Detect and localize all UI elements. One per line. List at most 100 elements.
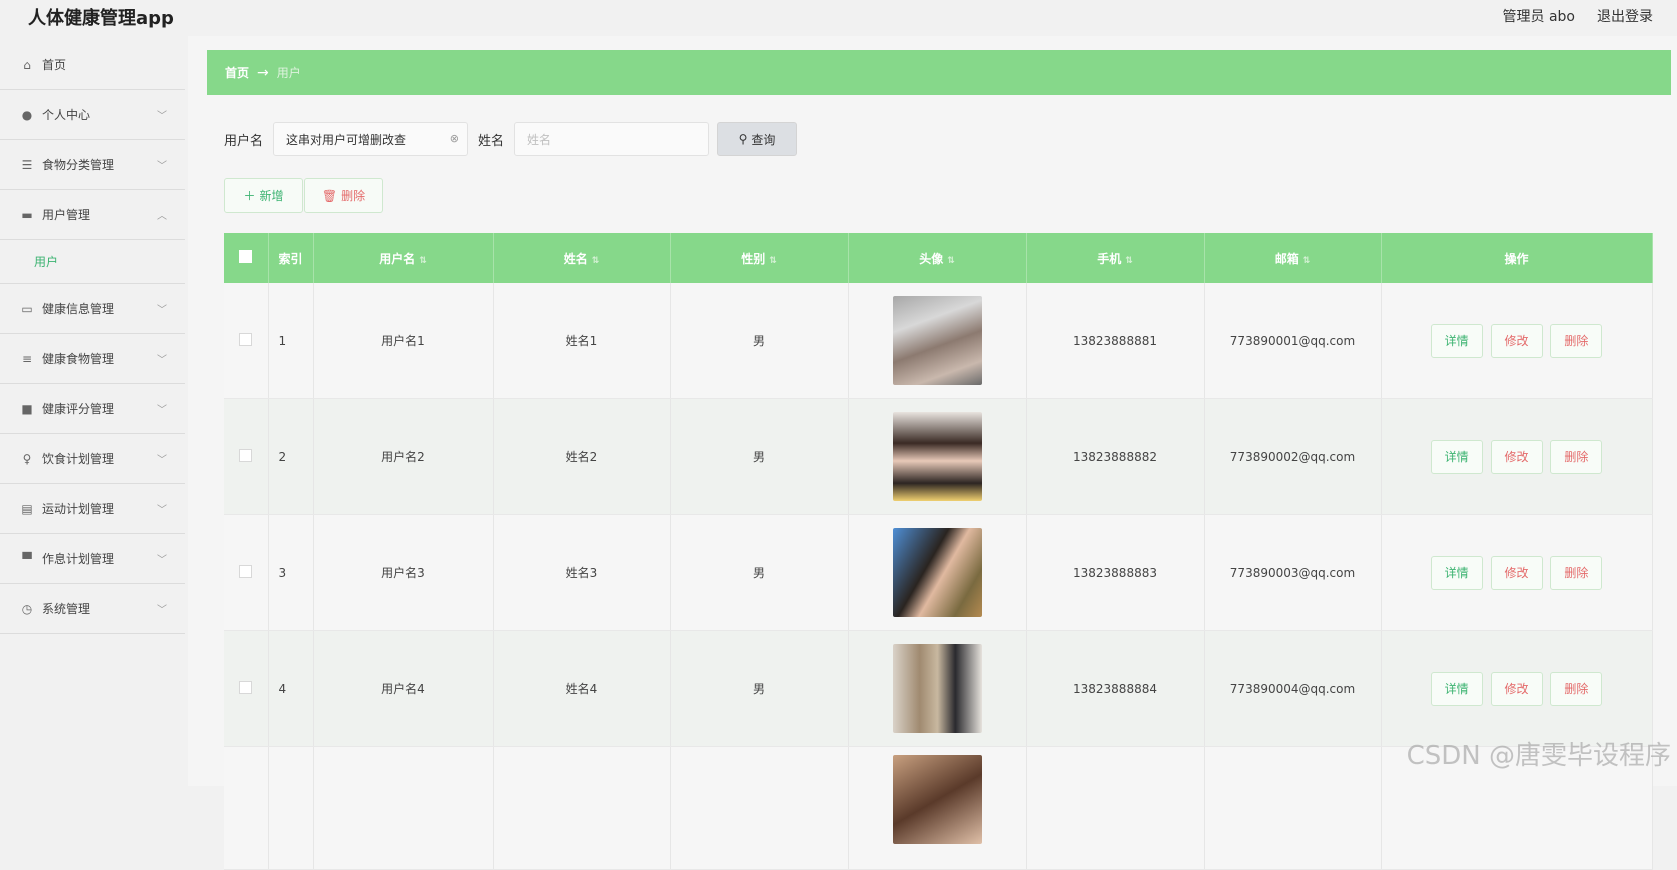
col-header-name[interactable]: 姓名 ⇅ bbox=[493, 233, 671, 283]
row-name: 姓名1 bbox=[493, 283, 671, 399]
sidebar-item-food-category[interactable]: ☰ 食物分类管理 ﹀ bbox=[0, 140, 185, 190]
add-button-label: 新增 bbox=[259, 189, 284, 203]
sidebar-subitem-users[interactable]: 用户 bbox=[0, 240, 185, 284]
row-index: 3 bbox=[268, 514, 314, 631]
home-icon: ⌂ bbox=[23, 57, 31, 72]
sidebar-item-label: 食物分类管理 bbox=[42, 158, 115, 172]
detail-button[interactable]: 详情 bbox=[1430, 323, 1483, 358]
chevron-down-icon: ﹀ bbox=[157, 555, 167, 566]
clipboard-icon: ▤ bbox=[21, 501, 33, 516]
row-username bbox=[313, 746, 494, 870]
query-button[interactable]: ⚲ 查询 bbox=[717, 122, 798, 156]
avatar[interactable] bbox=[892, 296, 982, 385]
main-content: 首页 → 用户 用户名 这串对用户可增删改查 ⊗ 姓名 姓名 ⚲ 查询 ＋ 新增… bbox=[188, 36, 1677, 870]
col-header-gender[interactable]: 性别 ⇅ bbox=[670, 233, 849, 283]
row-checkbox[interactable] bbox=[224, 746, 269, 870]
sidebar-item-label: 饮食计划管理 bbox=[42, 452, 115, 466]
row-actions: 详情 修改 删除 bbox=[1381, 630, 1653, 747]
row-checkbox[interactable] bbox=[224, 514, 269, 631]
avatar[interactable] bbox=[892, 412, 982, 501]
row-gender bbox=[670, 746, 849, 870]
query-button-label: 查询 bbox=[751, 132, 776, 147]
row-gender: 男 bbox=[670, 630, 849, 747]
sidebar-item-health-info[interactable]: ▭ 健康信息管理 ﹀ bbox=[0, 284, 185, 334]
edit-button[interactable]: 修改 bbox=[1490, 555, 1543, 590]
username-input-value: 这串对用户可增删改查 bbox=[286, 132, 407, 147]
sidebar-item-diet-plan[interactable]: ♀ 饮食计划管理 ﹀ bbox=[0, 434, 185, 484]
row-avatar-cell bbox=[848, 746, 1027, 870]
username-input[interactable]: 这串对用户可增删改查 ⊗ bbox=[273, 122, 469, 156]
sidebar-item-label: 健康信息管理 bbox=[42, 302, 115, 316]
add-button[interactable]: ＋ 新增 bbox=[224, 178, 303, 213]
breadcrumb-arrow-icon: → bbox=[257, 64, 269, 81]
name-label: 姓名 bbox=[478, 133, 505, 149]
sliders-icon: ☰ bbox=[21, 157, 33, 172]
sidebar-item-profile[interactable]: ● 个人中心 ﹀ bbox=[0, 90, 185, 140]
row-avatar-cell bbox=[848, 283, 1027, 399]
clear-icon[interactable]: ⊗ bbox=[450, 132, 459, 145]
row-gender: 男 bbox=[670, 398, 849, 515]
row-checkbox[interactable] bbox=[224, 398, 269, 515]
sort-icon: ⇅ bbox=[769, 255, 777, 266]
search-icon: ⚲ bbox=[738, 132, 748, 146]
admin-user-label[interactable]: 管理员 abo bbox=[1503, 6, 1575, 26]
sidebar-item-home[interactable]: ⌂ 首页 bbox=[0, 40, 185, 90]
row-username: 用户名1 bbox=[313, 283, 494, 399]
edit-button[interactable]: 修改 bbox=[1490, 439, 1543, 474]
name-input[interactable]: 姓名 bbox=[514, 122, 710, 156]
sidebar-item-rest-plan[interactable]: ▀ 作息计划管理 ﹀ bbox=[0, 534, 185, 584]
watermark: CSDN @唐雯毕设程序 bbox=[1406, 741, 1671, 771]
row-phone: 13823888882 bbox=[1026, 398, 1205, 515]
row-index: 1 bbox=[268, 283, 314, 399]
col-header-email[interactable]: 邮箱 ⇅ bbox=[1204, 233, 1382, 283]
trash-icon: 🗑 bbox=[321, 188, 338, 203]
plus-icon: ＋ bbox=[243, 189, 256, 203]
sidebar-item-health-food[interactable]: ≡ 健康食物管理 ﹀ bbox=[0, 334, 185, 384]
row-gender: 男 bbox=[670, 283, 849, 399]
delete-button[interactable]: 🗑 删除 bbox=[304, 178, 383, 213]
col-header-username[interactable]: 用户名 ⇅ bbox=[313, 233, 494, 283]
sidebar-item-label: 作息计划管理 bbox=[42, 552, 115, 566]
row-avatar-cell bbox=[848, 398, 1027, 515]
avatar[interactable] bbox=[892, 644, 982, 733]
search-row: 用户名 这串对用户可增删改查 ⊗ 姓名 姓名 ⚲ 查询 bbox=[224, 122, 798, 156]
breadcrumb: 首页 → 用户 bbox=[207, 50, 1671, 95]
detail-button[interactable]: 详情 bbox=[1430, 555, 1483, 590]
breadcrumb-home[interactable]: 首页 bbox=[225, 64, 249, 81]
avatar[interactable] bbox=[892, 755, 982, 844]
row-delete-button[interactable]: 删除 bbox=[1550, 323, 1603, 358]
row-index: 4 bbox=[268, 630, 314, 747]
edit-button[interactable]: 修改 bbox=[1490, 671, 1543, 706]
detail-button[interactable]: 详情 bbox=[1430, 671, 1483, 706]
detail-button[interactable]: 详情 bbox=[1430, 439, 1483, 474]
row-checkbox[interactable] bbox=[224, 630, 269, 747]
edit-button[interactable]: 修改 bbox=[1490, 323, 1543, 358]
top-right-menu: 管理员 abo 退出登录 bbox=[1503, 6, 1653, 26]
list-icon: ≡ bbox=[21, 351, 33, 366]
username-label: 用户名 bbox=[224, 133, 264, 149]
chevron-down-icon: ﹀ bbox=[157, 505, 167, 516]
app-title: 人体健康管理app bbox=[28, 8, 174, 29]
row-actions: 详情 修改 删除 bbox=[1381, 283, 1653, 399]
select-all-checkbox[interactable] bbox=[224, 233, 269, 283]
sidebar-item-label: 健康评分管理 bbox=[42, 402, 115, 416]
row-delete-button[interactable]: 删除 bbox=[1550, 671, 1603, 706]
row-username: 用户名3 bbox=[313, 514, 494, 631]
avatar[interactable] bbox=[892, 528, 982, 617]
card-icon: ▭ bbox=[21, 301, 33, 316]
table-header-row: 索引 用户名 ⇅ 姓名 ⇅ 性别 ⇅ 头像 ⇅ 手机 ⇅ 邮箱 ⇅ 操作 bbox=[224, 233, 1653, 283]
col-header-avatar[interactable]: 头像 ⇅ bbox=[848, 233, 1027, 283]
sidebar-item-health-score[interactable]: ■ 健康评分管理 ﹀ bbox=[0, 384, 185, 434]
col-header-phone[interactable]: 手机 ⇅ bbox=[1026, 233, 1205, 283]
sidebar: ⌂ 首页 ● 个人中心 ﹀ ☰ 食物分类管理 ﹀ ▬ 用户管理 ︿ 用户 ▭ 健… bbox=[0, 40, 185, 786]
sidebar-item-user-management[interactable]: ▬ 用户管理 ︿ bbox=[0, 190, 185, 240]
row-checkbox[interactable] bbox=[224, 283, 269, 399]
row-delete-button[interactable]: 删除 bbox=[1550, 439, 1603, 474]
logout-link[interactable]: 退出登录 bbox=[1597, 6, 1653, 26]
sidebar-item-system[interactable]: ◷ 系统管理 ﹀ bbox=[0, 584, 185, 634]
sidebar-item-label: 用户管理 bbox=[42, 208, 91, 222]
sidebar-item-label: 健康食物管理 bbox=[42, 352, 115, 366]
delete-button-label: 删除 bbox=[341, 189, 366, 203]
sidebar-item-exercise-plan[interactable]: ▤ 运动计划管理 ﹀ bbox=[0, 484, 185, 534]
row-delete-button[interactable]: 删除 bbox=[1550, 555, 1603, 590]
